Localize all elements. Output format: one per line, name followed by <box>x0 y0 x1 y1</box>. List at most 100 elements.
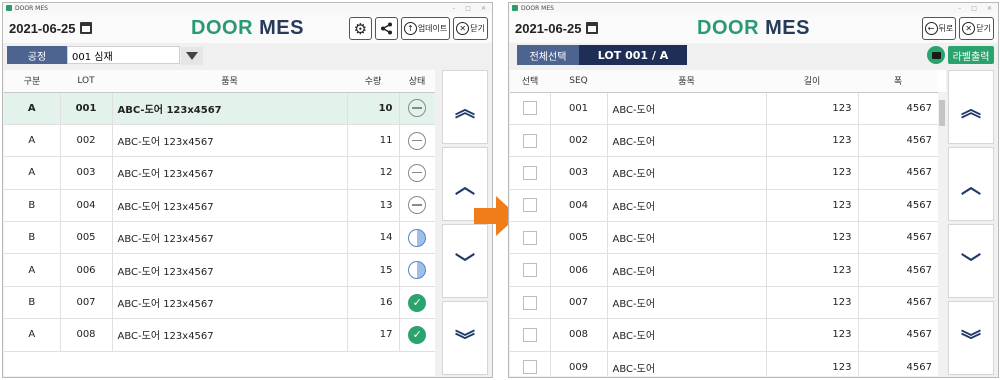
date-text: 2021-06-25 <box>515 20 582 36</box>
row-checkbox[interactable] <box>522 230 537 245</box>
calendar-icon[interactable] <box>79 22 92 34</box>
cell-type: B <box>4 221 61 255</box>
row-checkbox[interactable] <box>522 101 537 116</box>
table-row[interactable]: A 002 ABC-도어 123x4567 11 <box>4 124 435 158</box>
table-row[interactable]: 004 ABC-도어 123 4567 <box>510 189 938 223</box>
row-checkbox[interactable] <box>522 198 537 213</box>
table-row[interactable]: 003 ABC-도어 123 4567 <box>510 156 938 190</box>
cell-status: ✓ <box>399 318 435 352</box>
cell-length: 123 <box>766 124 859 158</box>
cell-lot: 005 <box>60 221 113 255</box>
cell-qty: 16 <box>347 286 400 320</box>
col-seq[interactable]: SEQ <box>550 70 607 93</box>
calendar-icon[interactable] <box>585 22 598 34</box>
process-select[interactable]: 001 심재 <box>67 46 203 65</box>
gear-icon: ⚙ <box>353 19 368 38</box>
cell-select <box>510 318 551 352</box>
cell-select <box>510 221 551 255</box>
table-row[interactable]: A 003 ABC-도어 123x4567 12 <box>4 156 435 190</box>
vertical-scrollbar[interactable] <box>938 92 946 376</box>
col-lot[interactable]: LOT <box>60 70 112 93</box>
row-checkbox[interactable] <box>522 295 537 310</box>
settings-button[interactable]: ⚙ <box>348 17 372 40</box>
page-up-button[interactable]: ︿ <box>948 147 994 221</box>
table-row[interactable]: 002 ABC-도어 123 4567 <box>510 124 938 158</box>
row-checkbox[interactable] <box>522 327 537 342</box>
printer-icon[interactable] <box>927 46 945 64</box>
label-print-button[interactable]: 라벨출력 <box>948 46 994 64</box>
page-first-button[interactable]: ︽ <box>948 70 994 144</box>
page-last-button[interactable]: ︾ <box>442 301 488 375</box>
table-row[interactable]: 007 ABC-도어 123 4567 <box>510 286 938 320</box>
cell-qty: 17 <box>347 318 400 352</box>
row-checkbox[interactable] <box>522 165 537 180</box>
table-row[interactable]: 009 ABC-도어 123 4567 <box>510 351 938 376</box>
col-item[interactable]: 품목 <box>607 70 766 93</box>
status-done-icon: ✓ <box>408 325 427 344</box>
page-down-button[interactable]: ﹀ <box>948 224 994 298</box>
table-row[interactable]: A 006 ABC-도어 123x4567 15 <box>4 253 435 287</box>
col-qty[interactable]: 수량 <box>347 70 399 93</box>
cell-width: 4567 <box>858 286 938 320</box>
table-row[interactable]: A 001 ABC-도어 123x4567 10 <box>4 92 435 125</box>
row-checkbox[interactable] <box>522 360 537 375</box>
col-width[interactable]: 폭 <box>858 70 938 93</box>
cell-lot: 008 <box>60 318 113 352</box>
cell-seq: 004 <box>550 189 608 223</box>
cell-item: ABC-도어 123x4567 <box>112 318 348 352</box>
close-window-icon[interactable]: ✕ <box>987 5 992 12</box>
minimize-icon[interactable]: – <box>452 5 455 12</box>
share-button[interactable] <box>374 17 398 40</box>
upload-icon: ↑ <box>403 22 417 35</box>
cell-select <box>510 92 551 125</box>
cell-seq: 007 <box>550 286 608 320</box>
process-value: 001 심재 <box>72 51 113 63</box>
col-select[interactable]: 선택 <box>510 70 550 93</box>
close-button[interactable]: ✕ 닫기 <box>959 17 994 40</box>
status-idle-icon <box>408 131 427 150</box>
dropdown-button[interactable] <box>181 47 203 65</box>
status-done-icon: ✓ <box>408 293 427 312</box>
row-checkbox[interactable] <box>522 263 537 278</box>
close-window-icon[interactable]: ✕ <box>481 5 486 12</box>
cell-item: ABC-도어 123x4567 <box>112 253 348 287</box>
col-length[interactable]: 길이 <box>766 70 858 93</box>
maximize-icon[interactable]: □ <box>465 5 471 12</box>
cell-length: 123 <box>766 221 859 255</box>
page-last-button[interactable]: ︾ <box>948 301 994 375</box>
date-picker[interactable]: 2021-06-25 <box>515 21 598 36</box>
minimize-icon[interactable]: – <box>958 5 961 12</box>
scrollbar-thumb[interactable] <box>939 100 945 126</box>
chevron-down-icon: ﹀ <box>961 250 981 275</box>
cell-seq: 008 <box>550 318 608 352</box>
maximize-icon[interactable]: □ <box>971 5 977 12</box>
update-button[interactable]: ↑ 업데이트 <box>400 17 451 40</box>
select-all-button[interactable]: 전체선택 <box>517 45 579 65</box>
table-row[interactable]: A 008 ABC-도어 123x4567 17 ✓ <box>4 318 435 352</box>
col-item[interactable]: 품목 <box>112 70 347 93</box>
back-button[interactable]: ← 뒤로 <box>921 17 957 40</box>
row-checkbox[interactable] <box>522 133 537 148</box>
header: 2021-06-25 DOOR MES ← 뒤로 ✕ 닫기 <box>509 13 998 43</box>
col-type[interactable]: 구분 <box>4 70 60 93</box>
cell-item: ABC-도어 123x4567 <box>112 221 348 255</box>
date-picker[interactable]: 2021-06-25 <box>9 21 92 36</box>
col-status[interactable]: 상태 <box>399 70 435 93</box>
table-row[interactable]: B 007 ABC-도어 123x4567 16 ✓ <box>4 286 435 320</box>
table-row[interactable]: 008 ABC-도어 123 4567 <box>510 318 938 352</box>
table-row[interactable]: 005 ABC-도어 123 4567 <box>510 221 938 255</box>
cell-type: A <box>4 253 61 287</box>
close-button[interactable]: ✕ 닫기 <box>453 17 488 40</box>
table-row[interactable]: B 005 ABC-도어 123x4567 14 <box>4 221 435 255</box>
back-label: 뒤로 <box>938 24 954 33</box>
table-row[interactable]: 006 ABC-도어 123 4567 <box>510 253 938 287</box>
cell-item: ABC-도어 <box>607 221 767 255</box>
table-row[interactable]: 001 ABC-도어 123 4567 <box>510 92 938 125</box>
share-icon <box>380 22 392 35</box>
table-row[interactable]: B 004 ABC-도어 123x4567 13 <box>4 189 435 223</box>
page-first-button[interactable]: ︽ <box>442 70 488 144</box>
chevron-up-icon: ︿ <box>961 173 981 198</box>
cell-item: ABC-도어 <box>607 318 767 352</box>
brand-logo: DOOR MES <box>191 16 304 39</box>
window-title: DOOR MES <box>15 4 48 12</box>
